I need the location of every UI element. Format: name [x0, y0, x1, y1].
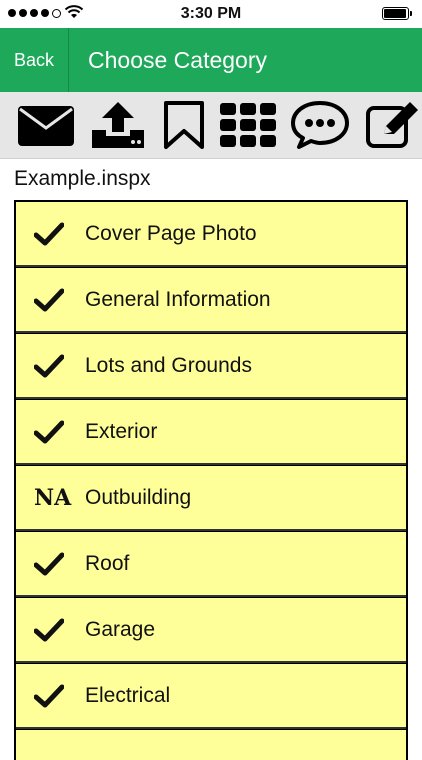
status-time: 3:30 PM [180, 5, 242, 22]
edit-icon[interactable] [362, 98, 422, 152]
list-item[interactable]: General Information [16, 268, 406, 333]
list-item-label: General Information [85, 288, 271, 311]
check-icon [34, 202, 84, 265]
list-item[interactable]: Garage [16, 598, 406, 663]
list-item[interactable] [16, 730, 406, 760]
list-item[interactable]: Exterior [16, 400, 406, 465]
file-name: Example.inspx [14, 167, 151, 190]
grid-icon[interactable] [218, 98, 278, 152]
list-item[interactable]: Cover Page Photo [16, 202, 406, 267]
battery-icon [382, 7, 412, 20]
list-item-label: Roof [85, 552, 130, 575]
list-item[interactable]: Lots and Grounds [16, 334, 406, 399]
check-icon [34, 664, 84, 727]
toolbar [0, 92, 422, 159]
list-item-label: Garage [85, 618, 156, 641]
na-status-badge: NA [34, 466, 84, 529]
na-label: NA [34, 484, 72, 511]
list-item-label: Electrical [85, 684, 171, 707]
list-item[interactable]: Electrical [16, 664, 406, 729]
bookmark-icon[interactable] [154, 98, 214, 152]
list-item[interactable]: Roof [16, 532, 406, 597]
chat-icon[interactable] [290, 98, 350, 152]
navigation-bar: Back Choose Category [0, 28, 422, 93]
mail-icon[interactable] [16, 98, 76, 152]
check-icon [34, 598, 84, 661]
category-list: Cover Page Photo General Information Lot… [14, 200, 408, 760]
page-title: Choose Category [88, 47, 267, 73]
check-icon [34, 532, 84, 595]
status-bar: 3:30 PM [0, 0, 422, 28]
check-icon [34, 268, 84, 331]
check-icon [34, 400, 84, 463]
back-button[interactable]: Back [0, 28, 69, 92]
list-item-label: Lots and Grounds [85, 354, 252, 377]
list-item-label: Exterior [85, 420, 158, 443]
list-item-label: Cover Page Photo [85, 222, 257, 245]
list-item-label: Outbuilding [85, 486, 192, 509]
check-icon [34, 334, 84, 397]
upload-icon[interactable] [88, 98, 148, 152]
list-item[interactable]: NA Outbuilding [16, 466, 406, 531]
